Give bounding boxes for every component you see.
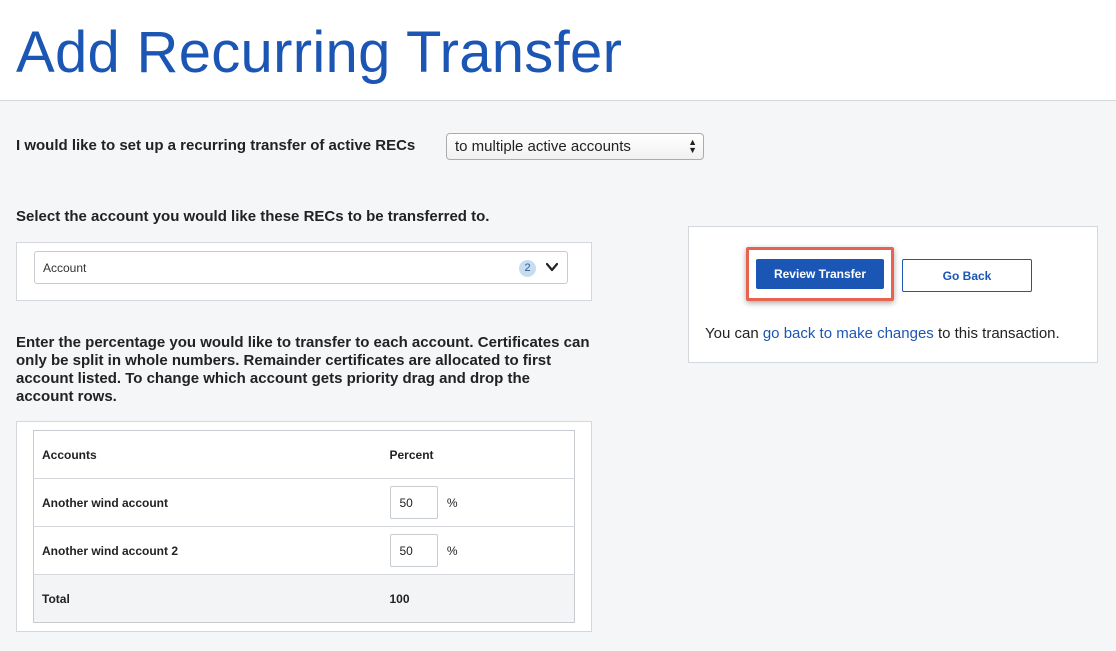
account-section-label: Select the account you would like these … [16, 208, 490, 225]
split-table: Accounts Percent Another wind account % … [33, 430, 575, 623]
go-back-link[interactable]: go back to make changes [763, 325, 934, 342]
transfer-mode-selected: to multiple active accounts [455, 138, 631, 155]
action-panel: Review Transfer Go Back You can go back … [688, 226, 1098, 363]
header-percent: Percent [381, 430, 575, 479]
note-prefix: You can [705, 325, 763, 342]
selected-count-badge: 2 [519, 260, 536, 277]
account-dropdown-label: Account [43, 261, 87, 275]
select-arrows-icon: ▲ ▼ [688, 137, 697, 155]
transfer-mode-label: I would like to set up a recurring trans… [16, 137, 416, 154]
total-value: 100 [389, 591, 410, 606]
chevron-down-icon[interactable] [545, 260, 559, 274]
header-accounts: Accounts [33, 430, 382, 479]
panel-note: You can go back to make changes to this … [705, 325, 1060, 342]
review-highlight: Review Transfer [746, 247, 894, 301]
row-percent-cell: % [381, 526, 575, 575]
go-back-button[interactable]: Go Back [902, 259, 1032, 292]
row-percent-cell: % [381, 478, 575, 527]
review-transfer-button[interactable]: Review Transfer [756, 259, 884, 289]
table-row[interactable]: Another wind account 2 % [33, 526, 575, 575]
table-row[interactable]: Another wind account % [33, 478, 575, 527]
total-label: Total [42, 591, 70, 606]
account-dropdown[interactable]: Account 2 [34, 251, 568, 284]
split-instructions: Enter the percentage you would like to t… [16, 334, 590, 405]
percent-unit: % [446, 543, 458, 558]
total-row: Total 100 [33, 574, 575, 623]
account-select-container: Account 2 [16, 242, 592, 301]
row-account-name: Another wind account [33, 478, 382, 527]
note-suffix: to this transaction. [933, 325, 1060, 342]
split-table-container: Accounts Percent Another wind account % … [16, 421, 592, 632]
table-header-row: Accounts Percent [33, 430, 575, 479]
percent-input[interactable] [389, 486, 438, 519]
row-account-name: Another wind account 2 [33, 526, 382, 575]
percent-unit: % [446, 495, 458, 510]
page-header: Add Recurring Transfer [0, 0, 1116, 101]
page-title: Add Recurring Transfer [16, 20, 623, 85]
transfer-mode-select[interactable]: to multiple active accounts ▲ ▼ [446, 133, 704, 160]
percent-input[interactable] [389, 534, 438, 567]
